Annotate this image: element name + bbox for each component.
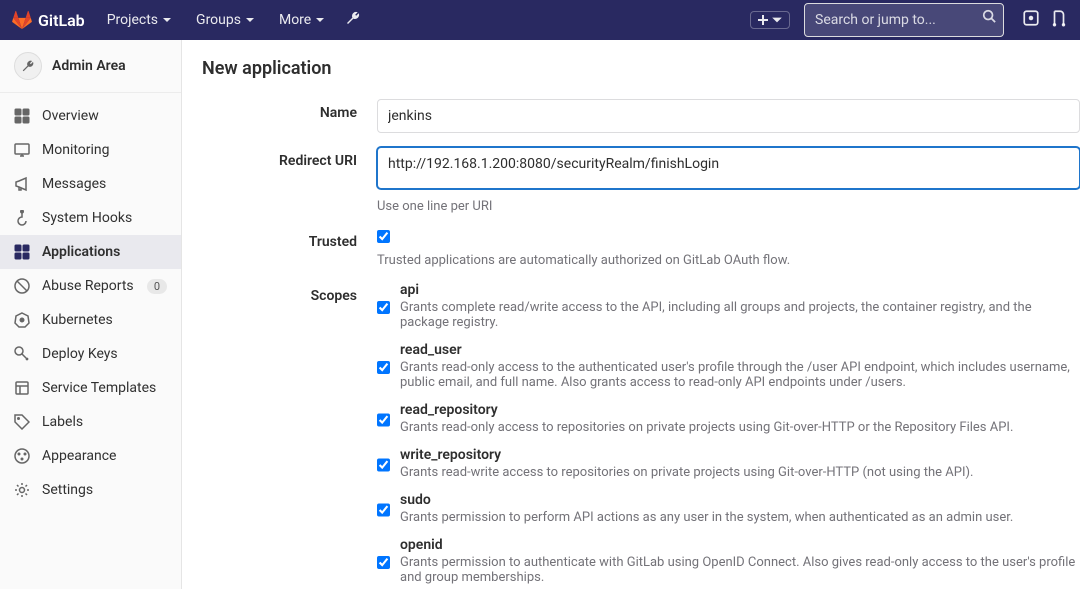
chevron-down-icon	[771, 14, 783, 26]
scope-api: api Grants complete read/write access to…	[377, 282, 1080, 330]
scope-api-checkbox[interactable]	[377, 285, 390, 330]
nav-projects-label: Projects	[107, 12, 158, 28]
scope-sudo-checkbox[interactable]	[377, 495, 390, 525]
sidebar-header[interactable]: Admin Area	[0, 40, 181, 93]
appearance-icon	[14, 448, 30, 464]
scope-desc: Grants permission to perform API actions…	[400, 510, 1013, 525]
top-navbar: GitLab Projects Groups More	[0, 0, 1080, 40]
trusted-help: Trusted applications are automatically a…	[377, 253, 1080, 268]
sidebar-item-deploy-keys[interactable]: Deploy Keys	[0, 337, 181, 371]
sidebar-item-label: Deploy Keys	[42, 346, 118, 362]
label-icon	[14, 414, 30, 430]
scope-desc: Grants permission to authenticate with G…	[400, 555, 1080, 585]
dashboard-icon	[14, 108, 30, 124]
scope-name: api	[400, 282, 1080, 298]
issues-icon[interactable]	[1022, 9, 1040, 31]
sidebar-item-label: Abuse Reports	[42, 278, 134, 294]
scopes-label: Scopes	[202, 282, 377, 589]
scope-name: sudo	[400, 492, 1013, 508]
sidebar-item-monitoring[interactable]: Monitoring	[0, 133, 181, 167]
nav-more[interactable]: More	[269, 0, 335, 40]
scope-openid-checkbox[interactable]	[377, 540, 390, 585]
monitor-icon	[14, 142, 30, 158]
nav-more-label: More	[279, 12, 311, 28]
scope-write-repository: write_repository Grants read-write acces…	[377, 447, 1080, 480]
sidebar-item-messages[interactable]: Messages	[0, 167, 181, 201]
redirect-uri-help: Use one line per URI	[377, 199, 1080, 214]
name-input[interactable]	[377, 99, 1080, 133]
gitlab-icon	[12, 10, 32, 30]
template-icon	[14, 380, 30, 396]
sidebar-item-label: Settings	[42, 482, 93, 498]
wrench-icon	[21, 59, 35, 73]
search-input[interactable]	[804, 3, 1004, 37]
scope-desc: Grants read-only access to the authentic…	[400, 360, 1080, 390]
sidebar-item-label: Labels	[42, 414, 83, 430]
bullhorn-icon	[14, 176, 30, 192]
plus-icon	[757, 14, 769, 26]
sidebar-item-settings[interactable]: Settings	[0, 473, 181, 507]
sidebar-item-label: Appearance	[42, 448, 116, 464]
kubernetes-icon	[14, 312, 30, 328]
sidebar-item-labels[interactable]: Labels	[0, 405, 181, 439]
scope-desc: Grants read-only access to repositories …	[400, 420, 1013, 435]
sidebar-item-system-hooks[interactable]: System Hooks	[0, 201, 181, 235]
sidebar-title: Admin Area	[52, 58, 126, 74]
gitlab-logo[interactable]: GitLab	[12, 10, 85, 30]
trusted-label: Trusted	[202, 228, 377, 268]
merge-requests-icon[interactable]	[1050, 9, 1068, 31]
search-icon[interactable]	[982, 9, 996, 27]
sidebar-item-appearance[interactable]: Appearance	[0, 439, 181, 473]
chevron-down-icon	[245, 15, 255, 25]
sidebar-item-label: Service Templates	[42, 380, 156, 396]
hook-icon	[14, 210, 30, 226]
nav-groups[interactable]: Groups	[186, 0, 265, 40]
scope-sudo: sudo Grants permission to perform API ac…	[377, 492, 1080, 525]
sidebar-item-label: System Hooks	[42, 210, 132, 226]
key-icon	[14, 346, 30, 362]
abuse-icon	[14, 278, 30, 294]
sidebar-item-label: Kubernetes	[42, 312, 113, 328]
nav-projects[interactable]: Projects	[97, 0, 182, 40]
scope-read-repository-checkbox[interactable]	[377, 405, 390, 435]
scope-read-repository: read_repository Grants read-only access …	[377, 402, 1080, 435]
nav-groups-label: Groups	[196, 12, 241, 28]
redirect-uri-label: Redirect URI	[202, 147, 377, 214]
scope-read-user: read_user Grants read-only access to the…	[377, 342, 1080, 390]
applications-icon	[14, 244, 30, 260]
admin-avatar	[14, 52, 42, 80]
sidebar-item-overview[interactable]: Overview	[0, 99, 181, 133]
scope-openid: openid Grants permission to authenticate…	[377, 537, 1080, 585]
redirect-uri-input[interactable]: http://192.168.1.200:8080/securityRealm/…	[377, 147, 1080, 189]
scope-name: read_user	[400, 342, 1080, 358]
brand-text: GitLab	[38, 11, 85, 30]
admin-wrench-icon[interactable]	[345, 10, 361, 30]
name-label: Name	[202, 99, 377, 133]
sidebar-item-label: Applications	[42, 244, 120, 260]
sidebar-item-label: Messages	[42, 176, 106, 192]
scope-write-repository-checkbox[interactable]	[377, 450, 390, 480]
page-title: New application	[202, 58, 1080, 79]
sidebar-item-service-templates[interactable]: Service Templates	[0, 371, 181, 405]
scope-read-user-checkbox[interactable]	[377, 345, 390, 390]
chevron-down-icon	[315, 15, 325, 25]
sidebar-item-label: Monitoring	[42, 142, 110, 158]
abuse-count-badge: 0	[147, 279, 167, 294]
sidebar-item-abuse-reports[interactable]: Abuse Reports 0	[0, 269, 181, 303]
scope-name: write_repository	[400, 447, 973, 463]
sidebar-item-label: Overview	[42, 108, 99, 124]
main-content: New application Name Redirect URI http:/…	[182, 40, 1080, 589]
sidebar-item-kubernetes[interactable]: Kubernetes	[0, 303, 181, 337]
scope-desc: Grants complete read/write access to the…	[400, 300, 1080, 330]
trusted-checkbox[interactable]	[377, 230, 390, 243]
chevron-down-icon	[162, 15, 172, 25]
admin-sidebar: Admin Area Overview Monitoring Messages …	[0, 40, 182, 589]
scope-name: openid	[400, 537, 1080, 553]
new-dropdown[interactable]	[750, 11, 790, 29]
scope-name: read_repository	[400, 402, 1013, 418]
gear-icon	[14, 482, 30, 498]
sidebar-item-applications[interactable]: Applications	[0, 235, 181, 269]
scope-desc: Grants read-write access to repositories…	[400, 465, 973, 480]
